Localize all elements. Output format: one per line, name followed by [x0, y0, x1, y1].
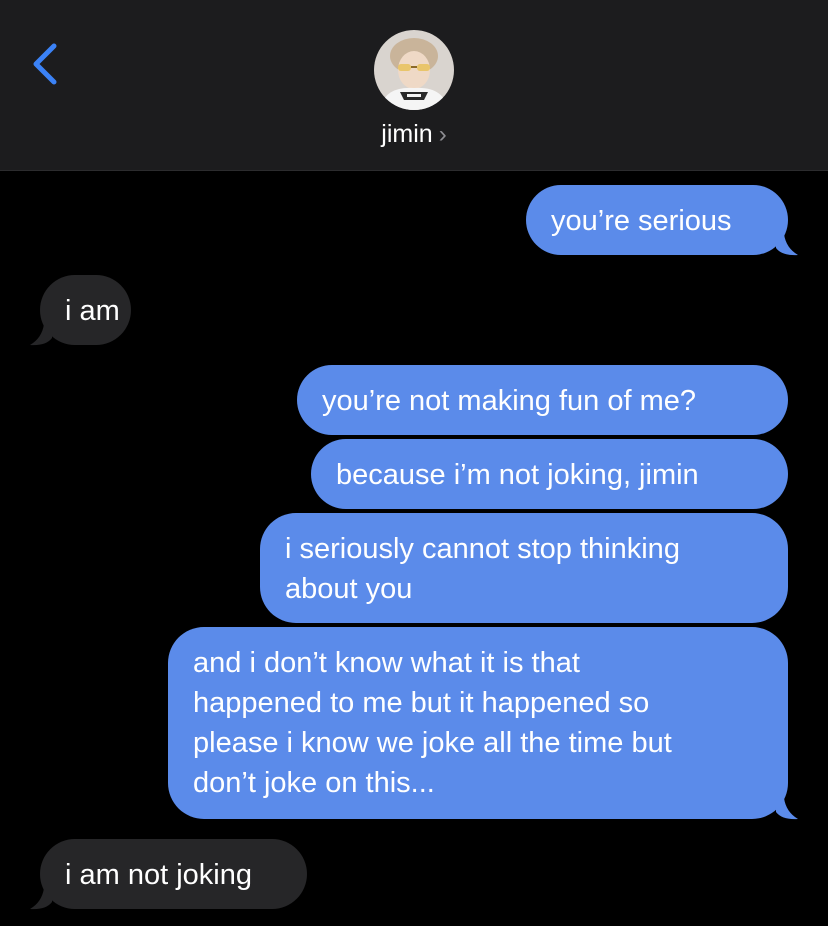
message-text-line: please i know we joke all the time but — [193, 727, 672, 759]
bubble-tail — [30, 888, 52, 910]
message-text-line: about you — [285, 573, 413, 605]
message-bubble-sent[interactable]: and i don’t know what it is that happene… — [168, 627, 788, 819]
message-bubble-received[interactable]: i am not joking — [40, 839, 307, 909]
message-text: i am — [65, 295, 120, 327]
contact-avatar[interactable] — [374, 30, 454, 110]
message-text: you’re not making fun of me? — [322, 385, 696, 417]
messages-screen: jimin › you’re serious i am you’re not ma… — [0, 0, 828, 926]
back-button[interactable] — [24, 36, 68, 92]
bubble-tail — [776, 234, 798, 256]
message-text: i am not joking — [65, 859, 252, 891]
chevron-right-icon: › — [438, 121, 447, 148]
message-text-line: and i don’t know what it is that — [193, 647, 580, 679]
bubble-tail — [30, 324, 52, 346]
message-bubble-received[interactable]: i am — [40, 275, 131, 345]
message-bubble-sent[interactable]: you’re serious — [526, 185, 788, 255]
message-text: you’re serious — [551, 205, 732, 237]
message-bubble-sent[interactable]: i seriously cannot stop thinking about y… — [260, 513, 788, 623]
message-text-line: i seriously cannot stop thinking — [285, 533, 680, 565]
contact-name: jimin — [381, 120, 433, 148]
chevron-left-icon — [33, 43, 57, 85]
conversation-header: jimin › — [0, 0, 828, 171]
avatar-photo — [374, 30, 454, 110]
message-text-line: happened to me but it happened so — [193, 687, 650, 719]
message-bubble-sent[interactable]: because i’m not joking, jimin — [311, 439, 788, 509]
message-text: because i’m not joking, jimin — [336, 459, 699, 491]
message-bubble-sent[interactable]: you’re not making fun of me? — [297, 365, 788, 435]
bubble-tail — [776, 798, 798, 820]
message-text-line: don’t joke on this... — [193, 767, 435, 799]
contact-name-button[interactable]: jimin › — [0, 118, 828, 151]
